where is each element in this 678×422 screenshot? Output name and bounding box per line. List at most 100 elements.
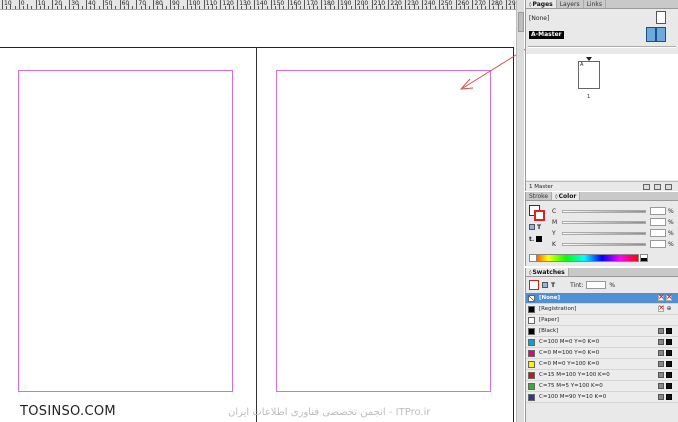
black-slider[interactable] — [562, 242, 646, 246]
black-input[interactable] — [650, 240, 666, 248]
ruler-major-tick — [18, 0, 20, 9]
swatch-row[interactable]: C=15 M=100 Y=100 K=0 — [526, 370, 678, 381]
swatch-name: C=75 M=5 Y=100 K=0 — [539, 383, 603, 389]
ruler-major-tick — [455, 0, 457, 9]
swatch-row[interactable]: C=100 M=0 Y=0 K=0 — [526, 337, 678, 348]
yellow-label: Y — [552, 229, 556, 237]
black-white-chip[interactable] — [640, 254, 648, 262]
ruler-minor-tick — [44, 4, 45, 9]
fill-stroke-proxy[interactable] — [529, 205, 545, 221]
watermark-right: انجمن تخصصی فناوری اطلاعات ایران - ITPro… — [228, 407, 431, 418]
delete-page-icon[interactable] — [665, 183, 672, 190]
tab-color[interactable]: ◊Color — [552, 192, 581, 200]
swatch-row[interactable]: C=75 M=5 Y=100 K=0 — [526, 381, 678, 392]
swatch-name: [None] — [539, 295, 561, 301]
tab-stroke[interactable]: Stroke — [526, 192, 553, 200]
ruler-major-tick — [153, 0, 155, 9]
document-pages-area: A 1 — [526, 54, 678, 180]
ruler-minor-tick — [39, 6, 41, 9]
fill-stroke-icon[interactable] — [529, 280, 539, 290]
ruler-minor-tick — [228, 4, 230, 9]
ruler-minor-tick — [459, 6, 461, 9]
ruler-minor-tick — [94, 4, 96, 9]
swatch-row[interactable]: [None] — [526, 292, 678, 304]
page-1-thumbnail[interactable]: A — [578, 61, 600, 89]
tab-layers[interactable]: Layers — [557, 0, 584, 8]
formatting-text-icon[interactable]: T — [537, 224, 541, 231]
swatch-indicators — [658, 292, 673, 301]
ruler-minor-tick — [468, 6, 470, 9]
swatches-toolbar: T Tint: % — [529, 279, 675, 291]
swatch-color-chip — [528, 338, 535, 346]
swatch-row[interactable]: C=0 M=0 Y=100 K=0 — [526, 359, 678, 370]
tab-links[interactable]: Links — [584, 0, 606, 8]
applied-master-letter: A — [580, 62, 584, 68]
swatch-row[interactable]: [Black] — [526, 326, 678, 337]
tint-label: Tint: — [570, 281, 584, 289]
none-color-chip[interactable] — [529, 254, 537, 262]
formatting-toggle[interactable]: T — [529, 224, 541, 231]
swatch-row[interactable]: C=100 M=90 Y=10 K=0 — [526, 392, 678, 403]
yellow-input[interactable] — [650, 229, 666, 237]
swatch-row[interactable]: C=0 M=100 Y=0 K=0 — [526, 348, 678, 359]
ruler-minor-tick — [464, 4, 465, 9]
new-page-icon[interactable] — [654, 183, 661, 190]
tint-input[interactable] — [586, 281, 607, 289]
color-panel: Stroke ◊Color T t. C % M % Y % K % — [525, 192, 678, 266]
scrollbar-thumb[interactable] — [518, 12, 524, 32]
ruler-minor-tick — [510, 6, 512, 9]
ruler-minor-tick — [363, 4, 365, 9]
ruler-minor-tick — [342, 6, 344, 9]
a-master-thumbnail[interactable] — [646, 27, 666, 42]
tab-swatches[interactable]: ◊Swatches — [526, 268, 569, 276]
ruler-major-tick — [270, 0, 272, 9]
ruler-minor-tick — [161, 4, 163, 9]
cyan-slider[interactable] — [562, 209, 646, 213]
cyan-percent: % — [668, 207, 674, 215]
none-master-label[interactable]: [None] — [529, 15, 549, 22]
formatting-container-icon[interactable] — [529, 224, 535, 230]
ruler-minor-tick — [56, 6, 58, 9]
vertical-scrollbar[interactable] — [516, 0, 524, 422]
default-colors-icon[interactable]: t. — [529, 236, 534, 243]
ruler-minor-tick — [308, 6, 310, 9]
ruler-major-tick — [405, 0, 407, 9]
horizontal-ruler[interactable]: 1001020304050607080901001101201301401501… — [0, 0, 516, 10]
none-master-thumbnail[interactable] — [656, 11, 666, 24]
pages-divider[interactable] — [528, 46, 676, 48]
document-canvas[interactable]: TOSINSO.COM انجمن تخصصی فناوری اطلاعات ا… — [0, 11, 516, 422]
master-right-page — [656, 27, 666, 42]
a-master-label[interactable]: A-Master — [529, 31, 564, 39]
fill-swatch[interactable] — [534, 210, 545, 221]
black-default-icon[interactable] — [536, 236, 543, 242]
color-spectrum[interactable] — [529, 254, 639, 262]
ruler-minor-tick — [275, 6, 276, 9]
swatch-color-chip — [528, 294, 535, 302]
magenta-input[interactable] — [650, 218, 666, 226]
yellow-slider[interactable] — [562, 231, 646, 235]
tab-pages[interactable]: ◊Pages — [526, 0, 557, 8]
swatch-row[interactable]: [Paper] — [526, 315, 678, 326]
ruler-major-tick — [220, 0, 222, 9]
black-percent: % — [668, 240, 674, 248]
ruler-minor-tick — [317, 6, 318, 9]
master-left-page — [646, 27, 656, 42]
ruler-minor-tick — [216, 6, 218, 9]
magenta-slider[interactable] — [562, 220, 646, 224]
ruler-minor-tick — [329, 4, 331, 9]
swatch-indicators — [658, 350, 672, 356]
ruler-minor-tick — [241, 6, 243, 9]
ruler-minor-tick — [107, 6, 108, 9]
ruler-minor-tick — [380, 4, 381, 9]
ruler-minor-tick — [98, 6, 100, 9]
ruler-major-tick — [321, 0, 323, 9]
ruler-minor-tick — [485, 6, 486, 9]
swatch-row[interactable]: [Registration] ⊕ — [526, 303, 678, 315]
cyan-slider-row: C % — [552, 207, 674, 215]
edit-page-size-icon[interactable] — [643, 183, 650, 190]
text-icon[interactable]: T — [551, 282, 555, 289]
cyan-input[interactable] — [650, 207, 666, 215]
ruler-minor-tick — [443, 6, 444, 9]
container-icon[interactable] — [542, 282, 548, 288]
ruler-minor-tick — [233, 6, 234, 9]
